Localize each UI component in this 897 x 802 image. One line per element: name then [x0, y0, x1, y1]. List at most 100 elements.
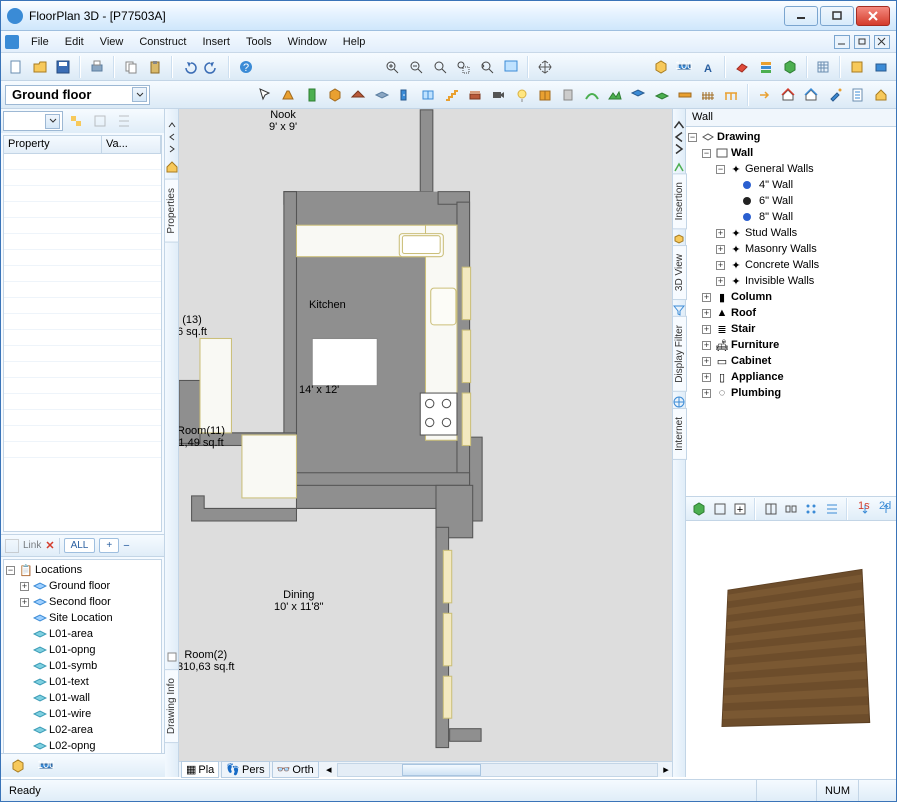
vtab-filter[interactable]: Display Filter	[672, 316, 687, 392]
close-button[interactable]	[856, 6, 890, 26]
loc-second-floor[interactable]: Second floor	[49, 596, 111, 608]
cat-column[interactable]: Column	[731, 291, 772, 303]
cat-stair[interactable]: Stair	[731, 323, 755, 335]
menu-tools[interactable]: Tools	[238, 34, 280, 50]
appliance-tool-button[interactable]	[558, 84, 579, 106]
material-preview[interactable]	[686, 521, 896, 777]
print-button[interactable]	[86, 56, 108, 78]
globe-icon[interactable]	[673, 396, 685, 408]
text-tool-button[interactable]: A	[697, 56, 719, 78]
scroll-right-button[interactable]: ▸	[660, 763, 672, 776]
home-tool-button[interactable]	[871, 84, 892, 106]
loc-delete-icon[interactable]: ✕	[45, 539, 54, 552]
prop-btn-2[interactable]	[89, 110, 111, 132]
3d-icon[interactable]	[673, 233, 685, 245]
cat-masonry[interactable]: Masonry Walls	[745, 243, 817, 255]
vtab-insertion[interactable]: Insertion	[672, 173, 687, 229]
vtab-properties[interactable]: Properties	[164, 179, 179, 243]
bl-btn-1[interactable]	[7, 755, 29, 777]
bl-btn-2[interactable]: 100	[35, 755, 57, 777]
beam-tool-button[interactable]	[674, 84, 695, 106]
loc-l01-area[interactable]: L01-area	[49, 628, 93, 640]
pv-btn-2[interactable]	[710, 498, 728, 520]
view-tab-plan[interactable]: ▦Pla	[181, 761, 219, 778]
measure-button[interactable]: 100	[674, 56, 696, 78]
3d-view-button[interactable]	[650, 56, 672, 78]
pv-btn-7[interactable]	[823, 498, 841, 520]
undo-button[interactable]	[178, 56, 200, 78]
loc-all-button[interactable]: ALL	[64, 538, 96, 553]
expand-icon[interactable]: +	[716, 245, 725, 254]
expand-icon[interactable]: +	[702, 357, 711, 366]
menu-construct[interactable]: Construct	[131, 34, 194, 50]
stair-tool-button[interactable]	[441, 84, 462, 106]
cat-wall[interactable]: Wall	[731, 147, 753, 159]
view-tab-persp[interactable]: 👣Pers	[221, 761, 269, 778]
cat-4in-wall[interactable]: 4" Wall	[759, 179, 793, 191]
path-tool-button[interactable]	[581, 84, 602, 106]
home-icon[interactable]	[166, 161, 178, 173]
help-button[interactable]: ?	[235, 56, 257, 78]
prop-filter-combo[interactable]	[3, 111, 63, 131]
insertion-icon[interactable]	[673, 161, 685, 173]
select-tool-button[interactable]	[254, 84, 275, 106]
cat-8in-wall[interactable]: 8" Wall	[759, 211, 793, 223]
block-tool-button[interactable]	[324, 84, 345, 106]
expand-icon[interactable]: +	[702, 309, 711, 318]
house-red-button[interactable]	[777, 84, 798, 106]
expand-icon[interactable]: +	[702, 373, 711, 382]
collapse-icon[interactable]: −	[716, 165, 725, 174]
vtab-3dview[interactable]: 3D View	[672, 245, 687, 300]
new-button[interactable]	[5, 56, 27, 78]
expand-icon[interactable]: +	[20, 598, 29, 607]
menu-file[interactable]: File	[23, 34, 57, 50]
expand-icon[interactable]: +	[702, 389, 711, 398]
loc-l02-area[interactable]: L02-area	[49, 724, 93, 736]
pillar-tool-button[interactable]	[301, 84, 322, 106]
locations-root[interactable]: Locations	[35, 564, 82, 576]
menu-edit[interactable]: Edit	[57, 34, 92, 50]
scroll-right-icon[interactable]	[168, 145, 176, 153]
pv-btn-5[interactable]	[782, 498, 800, 520]
window-tool-button[interactable]	[418, 84, 439, 106]
expand-icon[interactable]: +	[20, 582, 29, 591]
component-button[interactable]	[870, 56, 892, 78]
filter-icon[interactable]	[673, 304, 685, 316]
collapse-icon[interactable]: −	[702, 149, 711, 158]
drawing-canvas[interactable]: Nook 9' x 9' Kitchen 14' x 12' Dining 10…	[179, 109, 672, 761]
pv-btn-sort1[interactable]: 1st	[853, 498, 871, 520]
redo-button[interactable]	[202, 56, 224, 78]
catalog-tree[interactable]: −Drawing −Wall −✦General Walls 4" Wall 6…	[686, 127, 896, 496]
zoom-in-button[interactable]	[381, 56, 403, 78]
pv-btn-3[interactable]: +	[731, 498, 749, 520]
copy-button[interactable]	[120, 56, 142, 78]
loc-l01-wire[interactable]: L01-wire	[49, 708, 91, 720]
mdi-restore-button[interactable]	[854, 35, 870, 49]
save-button[interactable]	[53, 56, 75, 78]
layers-button[interactable]	[755, 56, 777, 78]
zoom-extents-button[interactable]	[429, 56, 451, 78]
loc-minus-button[interactable]: −	[123, 540, 129, 552]
scroll-up-icon[interactable]	[168, 121, 176, 129]
expand-icon[interactable]: +	[702, 341, 711, 350]
loc-link-label[interactable]: Link	[23, 540, 41, 551]
cube-button[interactable]	[779, 56, 801, 78]
cat-concrete[interactable]: Concrete Walls	[745, 259, 819, 271]
info-icon[interactable]	[166, 651, 178, 663]
menu-view[interactable]: View	[92, 34, 132, 50]
loc-ground-floor[interactable]: Ground floor	[49, 580, 110, 592]
scroll-up-icon[interactable]	[673, 119, 685, 131]
scroll-left-button[interactable]: ◂	[323, 763, 335, 776]
loc-l01-opng[interactable]: L01-opng	[49, 644, 96, 656]
prop-col-property[interactable]: Property	[4, 136, 102, 153]
minimize-button[interactable]	[784, 6, 818, 26]
fence-tool-button[interactable]	[698, 84, 719, 106]
hscrollbar[interactable]	[337, 763, 658, 777]
zoom-prev-button[interactable]	[476, 56, 498, 78]
expand-icon[interactable]: +	[702, 293, 711, 302]
cat-appliance[interactable]: Appliance	[731, 371, 784, 383]
paste-button[interactable]	[144, 56, 166, 78]
expand-icon[interactable]: +	[702, 325, 711, 334]
collapse-icon[interactable]: −	[6, 566, 15, 575]
terrain-tool-button[interactable]	[604, 84, 625, 106]
